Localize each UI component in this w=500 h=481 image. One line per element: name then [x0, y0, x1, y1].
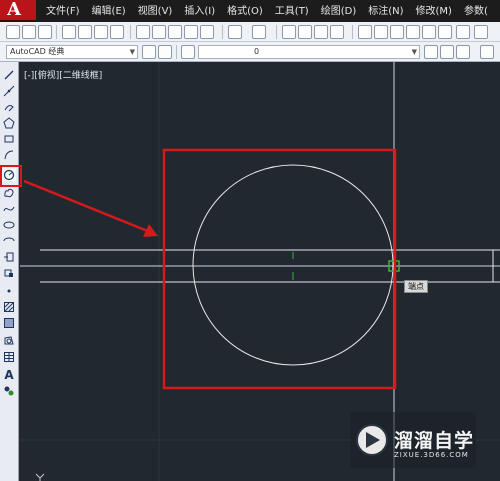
toolbar-divider — [176, 45, 177, 59]
toolbar-more-icon[interactable] — [474, 25, 488, 39]
menu-edit[interactable]: 编辑(E) — [86, 4, 132, 20]
arc-icon[interactable] — [2, 148, 16, 161]
menu-tools[interactable]: 工具(T) — [269, 4, 315, 20]
make-block-icon[interactable] — [2, 266, 16, 279]
layer-previous-icon[interactable] — [440, 45, 454, 59]
menu-modify[interactable]: 修改(M) — [410, 4, 458, 20]
revision-cloud-icon[interactable] — [2, 186, 16, 199]
gradient-icon[interactable] — [2, 316, 16, 329]
spline-icon[interactable] — [2, 202, 16, 215]
publish-icon[interactable] — [94, 25, 108, 39]
zoom-previous-icon[interactable] — [330, 25, 344, 39]
match-properties-icon[interactable] — [184, 25, 198, 39]
table-icon[interactable] — [2, 350, 16, 363]
properties-icon[interactable] — [358, 25, 372, 39]
zoom-realtime-icon[interactable] — [298, 25, 312, 39]
layer-state-icon[interactable] — [456, 45, 470, 59]
paste-icon[interactable] — [168, 25, 182, 39]
point-icon[interactable] — [2, 284, 16, 297]
polyline-icon[interactable] — [2, 100, 16, 113]
menu-parametric[interactable]: 参数( — [458, 4, 494, 20]
pan-icon[interactable] — [282, 25, 296, 39]
layer-select[interactable]: 0 ▼ — [198, 45, 420, 59]
menu-view[interactable]: 视图(V) — [132, 4, 179, 20]
workspace-save-icon[interactable] — [158, 45, 172, 59]
menu-dimension[interactable]: 标注(N) — [362, 4, 409, 20]
make-object-layer-current-icon[interactable] — [424, 45, 438, 59]
ellipse-arc-icon[interactable] — [2, 234, 16, 247]
print-icon[interactable] — [62, 25, 76, 39]
toolbar-divider — [56, 25, 57, 39]
print-preview-icon[interactable] — [78, 25, 92, 39]
workspace-settings-icon[interactable] — [142, 45, 156, 59]
workspace-select[interactable]: AutoCAD 经典 ▼ — [6, 45, 138, 59]
insert-block-icon[interactable] — [2, 250, 16, 263]
toolbar-divider — [222, 25, 223, 39]
autocad-window: A 文件(F) 编辑(E) 视图(V) 插入(I) 格式(O) 工具(T) 绘图… — [0, 0, 500, 481]
layer-properties-icon[interactable] — [181, 45, 195, 59]
new-file-icon[interactable] — [6, 25, 20, 39]
menu-insert[interactable]: 插入(I) — [178, 4, 221, 20]
drawing-canvas[interactable] — [20, 62, 500, 481]
copy-icon[interactable] — [152, 25, 166, 39]
toolbar-divider — [276, 25, 277, 39]
menu-draw[interactable]: 绘图(D) — [315, 4, 363, 20]
chevron-down-icon: ▼ — [411, 48, 417, 56]
construction-line-icon[interactable] — [2, 84, 16, 97]
watermark-title: 溜溜自学 — [394, 430, 475, 452]
help-icon[interactable] — [456, 25, 470, 39]
menu-format[interactable]: 格式(O) — [221, 4, 269, 20]
viewport-label[interactable]: [-][俯视][二维线框] — [24, 68, 102, 81]
color-control-icon[interactable] — [480, 45, 494, 59]
save-icon[interactable] — [38, 25, 52, 39]
3d-dwf-icon[interactable] — [110, 25, 124, 39]
chevron-down-icon: ▼ — [129, 48, 135, 56]
open-file-icon[interactable] — [22, 25, 36, 39]
zoom-window-icon[interactable] — [314, 25, 328, 39]
block-editor-icon[interactable] — [200, 25, 214, 39]
standard-toolbar — [0, 22, 500, 42]
line-icon[interactable] — [2, 68, 16, 81]
autocad-logo-icon[interactable]: A — [0, 0, 36, 22]
undo-icon[interactable] — [228, 25, 242, 39]
multiline-text-icon[interactable]: A — [2, 368, 16, 382]
menu-file[interactable]: 文件(F) — [40, 4, 86, 20]
calculator-icon[interactable] — [438, 25, 452, 39]
cut-icon[interactable] — [136, 25, 150, 39]
toolbar-divider — [352, 25, 353, 39]
region-icon[interactable] — [2, 334, 16, 347]
draw-toolbar: A — [0, 62, 19, 481]
snap-tooltip: 端点 — [404, 280, 428, 293]
tool-palettes-icon[interactable] — [390, 25, 404, 39]
redo-icon[interactable] — [252, 25, 266, 39]
polygon-icon[interactable] — [2, 116, 16, 129]
add-selected-icon[interactable] — [2, 384, 16, 397]
markup-icon[interactable] — [422, 25, 436, 39]
hatch-icon[interactable] — [2, 300, 16, 313]
circle-icon[interactable] — [2, 168, 16, 181]
menu-list: 文件(F) 编辑(E) 视图(V) 插入(I) 格式(O) 工具(T) 绘图(D… — [38, 4, 494, 20]
sheet-set-icon[interactable] — [406, 25, 420, 39]
toolbar-divider — [130, 25, 131, 39]
ellipse-icon[interactable] — [2, 218, 16, 231]
menu-bar: A 文件(F) 编辑(E) 视图(V) 插入(I) 格式(O) 工具(T) 绘图… — [0, 0, 500, 22]
design-center-icon[interactable] — [374, 25, 388, 39]
watermark-url: ZIXUE.3D66.COM — [394, 451, 469, 459]
rectangle-icon[interactable] — [2, 132, 16, 145]
workspace-layer-toolbar: AutoCAD 经典 ▼ 0 ▼ — [0, 42, 500, 62]
